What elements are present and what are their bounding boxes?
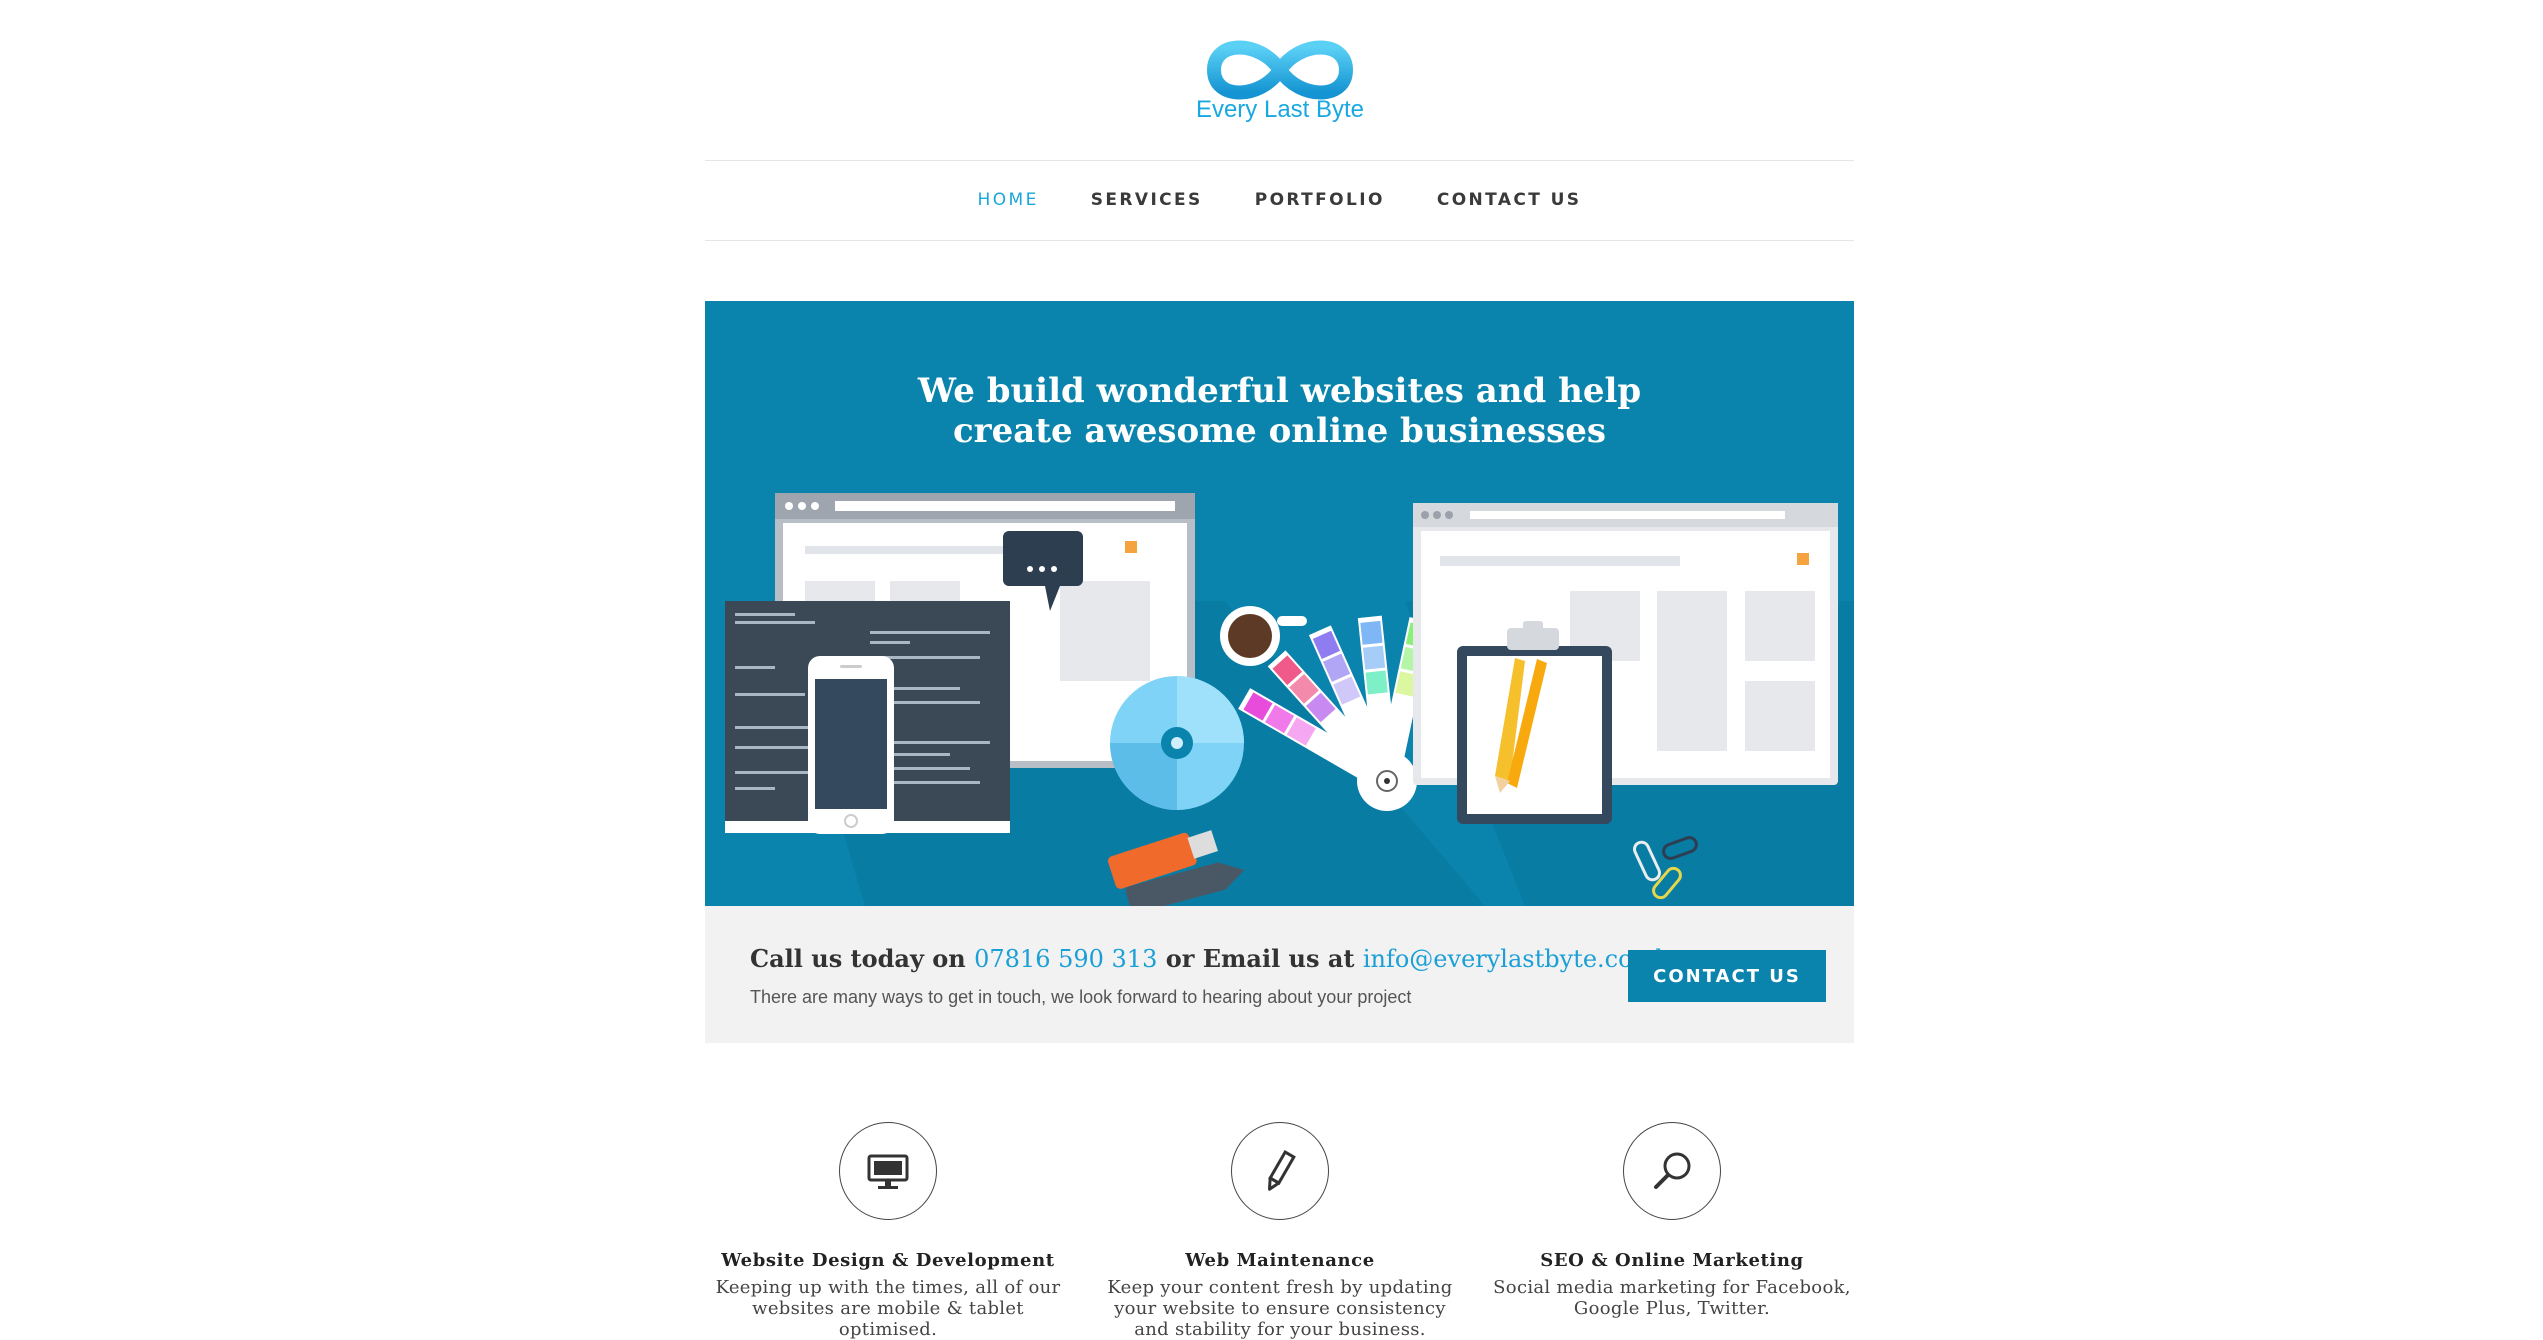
main-nav: HOME SERVICES PORTFOLIO CONTACT US xyxy=(705,160,1854,240)
nav-item-home[interactable]: HOME xyxy=(978,190,1039,210)
coffee-cup-icon xyxy=(1220,606,1307,666)
nav-item-services[interactable]: SERVICES xyxy=(1091,190,1203,210)
service-card: SEO & Online Marketing Social media mark… xyxy=(1489,1122,1855,1319)
smartphone-icon xyxy=(808,656,894,834)
service-card: Web Maintenance Keep your content fresh … xyxy=(1097,1122,1463,1340)
hero-banner: We build wonderful websites and help cre… xyxy=(705,301,1854,906)
service-icon-circle xyxy=(839,1122,937,1220)
contact-strip: Call us today on 07816 590 313 or Email … xyxy=(705,906,1854,1043)
pencil-icon xyxy=(1268,1149,1296,1191)
cd-icon xyxy=(1110,676,1244,810)
phone-link[interactable]: 07816 590 313 xyxy=(974,945,1157,973)
service-text: Keep your content fresh by updating your… xyxy=(1107,1277,1453,1340)
service-icon-circle xyxy=(1623,1122,1721,1220)
nav-item-contact-us[interactable]: CONTACT US xyxy=(1437,190,1582,210)
nav-item-portfolio[interactable]: PORTFOLIO xyxy=(1255,190,1385,210)
service-text: Social media marketing for Facebook, Goo… xyxy=(1493,1277,1851,1319)
email-link[interactable]: info@everylastbyte.co.uk xyxy=(1363,945,1670,973)
clipboard-icon xyxy=(1457,621,1612,824)
email-prefix-text: or Email us at xyxy=(1157,944,1363,973)
monitor-icon xyxy=(867,1154,909,1189)
service-title: Website Design & Development xyxy=(721,1250,1055,1271)
service-icon-circle xyxy=(1231,1122,1329,1220)
magnifier-icon xyxy=(1654,1152,1691,1189)
hero-headline-line2: create awesome online businesses xyxy=(952,411,1607,451)
service-text: Keeping up with the times, all of our we… xyxy=(715,1277,1061,1340)
logo-text: Every Last Byte xyxy=(1195,96,1365,123)
hero-headline: We build wonderful websites and help cre… xyxy=(705,371,1854,451)
call-prefix-text: Call us today on xyxy=(750,944,975,973)
service-title: SEO & Online Marketing xyxy=(1540,1250,1804,1271)
service-card: Website Design & Development Keeping up … xyxy=(705,1122,1071,1340)
contact-subtitle: There are many ways to get in touch, we … xyxy=(750,987,1412,1007)
hero-headline-line1: We build wonderful websites and help xyxy=(917,371,1642,411)
contact-us-button[interactable]: CONTACT US xyxy=(1628,950,1826,1002)
contact-callout: Call us today on 07816 590 313 or Email … xyxy=(750,944,1670,973)
divider-bottom xyxy=(705,240,1854,241)
service-title: Web Maintenance xyxy=(1185,1250,1375,1271)
